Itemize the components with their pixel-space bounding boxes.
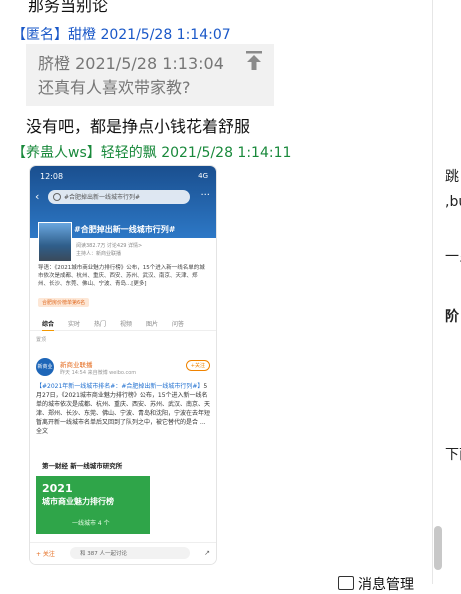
topic-host: 主持人：新商业联播 <box>76 251 122 257</box>
background-text: ,bu <box>445 194 461 210</box>
signal-indicator: 4G <box>198 172 208 180</box>
message-manage-button[interactable]: 消息管理 <box>358 574 414 594</box>
post-hashtags: 【#2021年新一线城市排名#：#合肥掉出新一线城市行列#】 <box>36 383 204 390</box>
screenshot-image[interactable]: 12:08 4G ‹ #合肥掉出新一线城市行列# ··· #合肥掉出新一线城市行… <box>30 166 216 564</box>
follow-link: + 关注 <box>36 551 55 558</box>
post-time: 昨天 14:54 来自微博 weibo.com <box>60 370 137 376</box>
topic-tabs: 综合 实时 热门 视频 图片 问答 <box>30 316 216 331</box>
topic-search-bar: #合肥掉出新一线城市行列# <box>48 190 190 204</box>
quote-text: 还真有人喜欢带家教? <box>38 78 191 97</box>
topic-meta: 阅读382.7万 讨论429 详情> <box>76 243 143 249</box>
topic-title: #合肥掉出新一线城市行列# <box>74 225 176 234</box>
ranking-image: 2021 城市商业魅力排行榜 一线城市 4 个 <box>36 476 150 534</box>
share-icon: ↗ <box>204 549 210 557</box>
post-brand: 第一财经 新一线城市研究所 <box>42 462 123 470</box>
post-text: 5月27日，《2021城市商业魅力排行榜》公布，15个进入新一线名单的城市依次是… <box>36 383 211 435</box>
image-year: 2021 <box>42 482 73 495</box>
background-window: 跳 ,bu 一乡 阶 下面 <box>432 0 461 584</box>
image-title: 城市商业魅力排行榜 <box>42 497 114 506</box>
chat-area: 那务当别论 【匿名】甜橙 2021/5/28 1:14:07 脐橙 2021/5… <box>0 0 432 584</box>
background-text: 阶 <box>445 309 459 325</box>
weibo-post: 新商业联播 新商业联播 昨天 14:54 来自微博 weibo.com +关注 … <box>30 350 216 564</box>
tab-label: 视频 <box>120 321 133 328</box>
search-text: #合肥掉出新一线城市行列# <box>64 194 141 201</box>
tab-label: 热门 <box>94 321 107 328</box>
tab-label: 实时 <box>68 321 81 328</box>
search-icon <box>53 193 61 201</box>
previous-message-text: 那务当别论 <box>28 0 109 15</box>
more-icon: ··· <box>200 190 210 201</box>
tab-label: 综合 <box>42 321 55 331</box>
scrollbar-thumb[interactable] <box>434 526 442 570</box>
message-header[interactable]: 【匿名】甜橙 2021/5/28 1:14:07 <box>12 24 231 44</box>
bottom-bar: + 关注 和 387 人一起讨论 ↗ <box>30 542 216 564</box>
message-text: 没有吧，都是挣点小钱花着舒服 <box>26 117 251 136</box>
avatar: 新商业联播 <box>36 358 54 388</box>
tab-label: 图片 <box>146 321 159 328</box>
message-manage-icon[interactable] <box>338 576 354 590</box>
follow-button: +关注 <box>185 360 210 371</box>
jump-to-quote-icon[interactable] <box>244 50 264 72</box>
quote-header: 脐橙 2021/5/28 1:13:04 <box>38 54 224 73</box>
background-text: 下面 <box>445 447 461 463</box>
topic-tag: 合肥房价榜单第6名 <box>38 298 90 307</box>
tab-label: 问答 <box>172 321 185 328</box>
post-author: 新商业联播 <box>60 361 93 369</box>
background-text: 一乡 <box>445 249 461 265</box>
image-subtitle: 一线城市 4 个 <box>72 520 110 527</box>
discuss-input: 和 387 人一起讨论 <box>70 547 190 559</box>
post-body: 【#2021年新一线城市排名#：#合肥掉出新一线城市行列#】5月27日，《202… <box>36 382 210 436</box>
status-time: 12:08 <box>40 172 64 181</box>
topic-thumbnail <box>38 222 72 262</box>
quoted-message[interactable]: 脐橙 2021/5/28 1:13:04 还真有人喜欢带家教? <box>26 44 274 106</box>
background-text: 跳 <box>445 169 459 185</box>
message-header[interactable]: 【养蛊人ws】轻轻的飘 2021/5/28 1:14:11 <box>12 142 291 162</box>
topic-intro: 导语：《2021城市商业魅力排行榜》公布，15个进入新一线名单的城市依次是成都、… <box>38 265 205 287</box>
back-arrow-icon: ‹ <box>35 190 40 203</box>
section-label: 置顶 <box>36 337 47 343</box>
